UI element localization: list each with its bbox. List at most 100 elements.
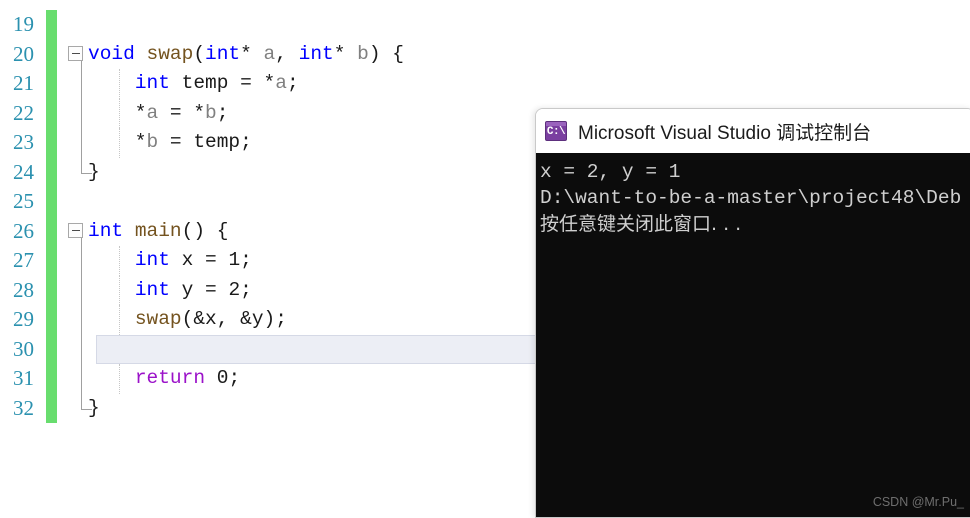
change-indicator-bar [46, 305, 57, 335]
outline-guide [81, 237, 82, 246]
code-token: a [275, 72, 287, 94]
code-token: ; [240, 249, 252, 271]
outline-guide [81, 305, 82, 335]
code-token: temp = * [169, 72, 276, 94]
change-indicator-bar [46, 364, 57, 394]
code-token: b [357, 42, 369, 65]
code-token: ) { [368, 42, 404, 65]
change-indicator-bar [46, 216, 57, 246]
code-text[interactable]: void swap(int* a, int* b) { [88, 40, 404, 70]
code-token: int [134, 249, 170, 271]
line-number: 25 [13, 189, 34, 213]
console-window[interactable]: C:\ Microsoft Visual Studio 调试控制台 x = 2,… [535, 108, 970, 518]
code-token: (&x, &y); [181, 308, 287, 330]
outline-guide [81, 334, 82, 364]
code-text[interactable]: } [88, 158, 100, 188]
line-number: 26 [13, 218, 34, 243]
fold-collapse-icon[interactable] [68, 222, 83, 238]
line-number: 29 [13, 307, 34, 331]
code-token: swap [134, 308, 182, 330]
outline-guide [81, 246, 82, 276]
code-line[interactable]: 21 int temp = *a; [0, 69, 970, 99]
code-token: 0 [216, 367, 229, 389]
change-indicator-bar [46, 39, 57, 69]
code-line[interactable]: 19 [0, 10, 970, 40]
line-number: 19 [13, 12, 34, 36]
code-text[interactable]: return 0; [88, 364, 240, 394]
code-text[interactable]: *a = *b; [88, 99, 229, 129]
code-token: , [275, 42, 299, 65]
console-titlebar[interactable]: C:\ Microsoft Visual Studio 调试控制台 [536, 109, 970, 153]
code-token: a [263, 42, 276, 65]
outline-guide [81, 98, 82, 128]
outline-guide [81, 275, 82, 305]
change-indicator-bar [46, 128, 57, 158]
change-indicator-bar [46, 246, 57, 276]
change-indicator-bar [46, 69, 57, 99]
code-token: * [88, 131, 147, 153]
change-indicator-bar [46, 393, 57, 423]
console-output-line: x = 2, y = 1 [540, 161, 681, 183]
code-text[interactable]: int x = 1; [88, 246, 252, 276]
code-token: () { [181, 219, 229, 242]
outline-guide [81, 60, 82, 69]
code-text[interactable]: *b = temp; [88, 128, 252, 158]
change-indicator-bar [46, 187, 57, 217]
code-token: main [134, 219, 182, 242]
outline-guide [81, 364, 82, 394]
console-icon-glyph: C:\ [546, 125, 566, 138]
cmd-console-icon: C:\ [545, 121, 567, 141]
code-text[interactable]: int y = 2; [88, 276, 252, 306]
code-text[interactable]: } [88, 394, 100, 424]
code-token: swap [146, 42, 194, 65]
code-token: a [146, 101, 159, 124]
code-token: ; [216, 101, 229, 124]
code-token: } [88, 396, 100, 419]
line-number: 31 [13, 366, 34, 390]
outline-guide [81, 69, 82, 99]
code-token: ; [240, 278, 252, 301]
code-token: b [205, 101, 217, 124]
code-token: } [88, 160, 100, 183]
code-token: int [298, 42, 334, 65]
code-token: int [134, 72, 170, 94]
line-number: 30 [13, 336, 34, 361]
code-token: ; [228, 367, 241, 389]
code-token: void [88, 42, 135, 65]
code-token: 1 [228, 249, 241, 271]
code-line[interactable]: 20 void swap(int* a, int* b) { [0, 39, 970, 70]
outline-guide [81, 128, 82, 158]
console-output-line: 按任意键关闭此窗口. . . [540, 213, 742, 235]
line-number: 22 [13, 100, 34, 125]
console-output-line: D:\want-to-be-a-master\project48\Deb [540, 187, 962, 209]
console-window-title: Microsoft Visual Studio 调试控制台 [578, 122, 872, 144]
line-number: 28 [13, 277, 34, 302]
code-token: b [146, 131, 159, 153]
code-token: * [333, 42, 358, 65]
change-indicator-bar [46, 275, 57, 305]
code-token: * [88, 101, 147, 124]
code-token: y = [169, 278, 229, 301]
code-token: int [205, 42, 241, 65]
code-text[interactable]: int temp = *a; [88, 69, 299, 99]
change-indicator-bar [46, 334, 57, 364]
code-token: int [134, 278, 170, 301]
fold-collapse-icon[interactable] [68, 45, 83, 61]
code-token: ; [286, 72, 299, 94]
code-text[interactable]: int main() { [88, 217, 228, 247]
console-output-area[interactable]: x = 2, y = 1 D:\want-to-be-a-master\proje… [536, 153, 970, 517]
line-number: 20 [13, 41, 34, 66]
change-indicator-bar [46, 10, 57, 40]
code-text[interactable]: swap(&x, &y); [88, 305, 287, 335]
line-number: 27 [13, 248, 34, 272]
code-token: * [240, 42, 264, 65]
code-token: int [88, 219, 124, 242]
